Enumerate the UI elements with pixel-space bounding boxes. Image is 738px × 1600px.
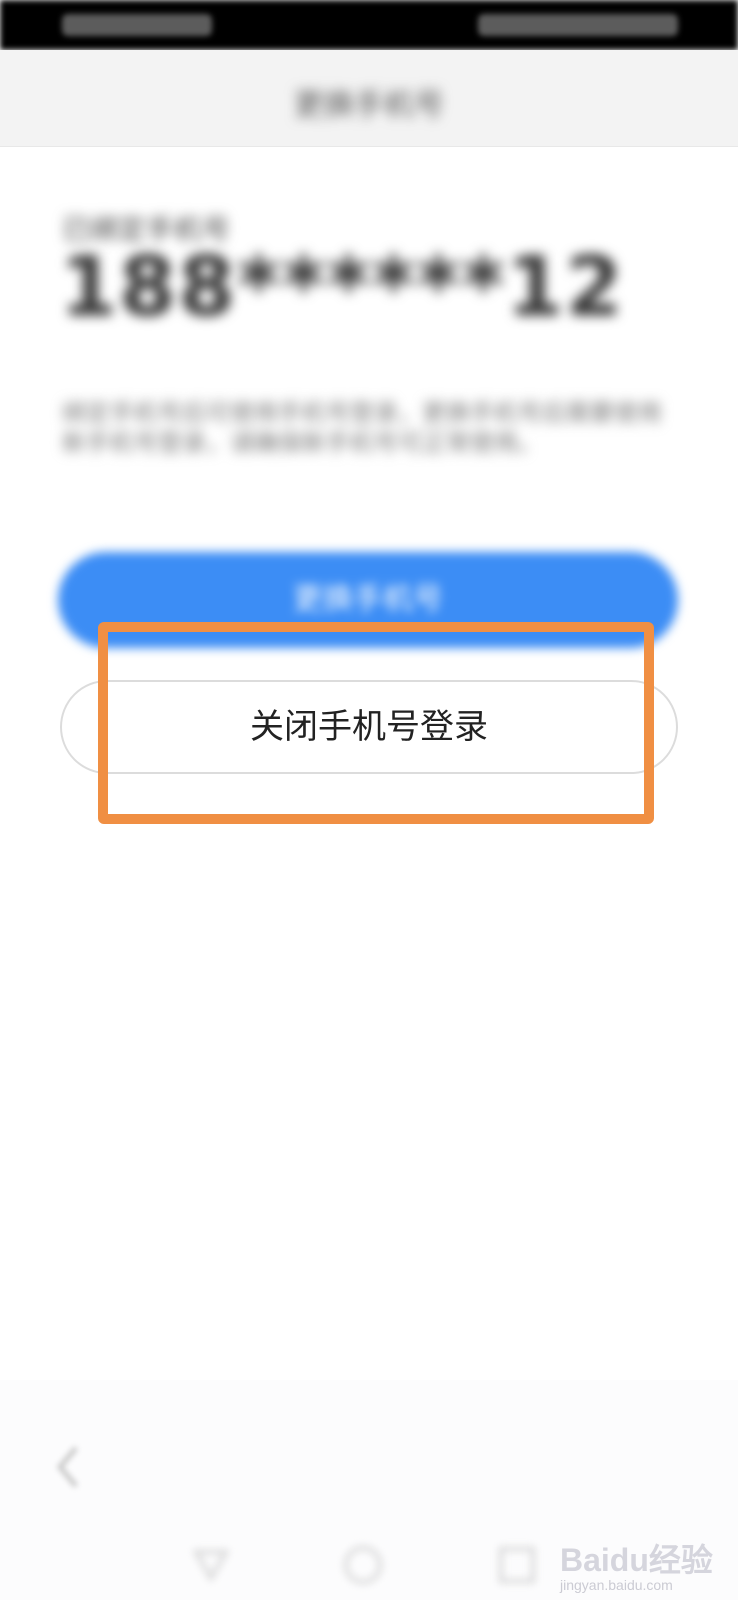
watermark: Baidu经验 jingyan.baidu.com bbox=[560, 1535, 720, 1595]
close-phone-login-button[interactable]: 关闭手机号登录 bbox=[60, 680, 678, 774]
status-left-info bbox=[62, 14, 212, 36]
triangle-back-icon[interactable] bbox=[188, 1542, 234, 1588]
watermark-url: jingyan.baidu.com bbox=[560, 1577, 673, 1593]
watermark-brand: Baidu经验 bbox=[560, 1542, 713, 1578]
home-circle-icon[interactable] bbox=[340, 1542, 386, 1588]
close-phone-login-label: 关闭手机号登录 bbox=[250, 707, 488, 747]
description-text: 绑定手机号后可使用手机号登录，更换手机号后需要使用新手机号登录，请确保新手机号可… bbox=[62, 399, 662, 457]
recent-apps-icon[interactable] bbox=[494, 1542, 540, 1588]
change-phone-button[interactable]: 更换手机号 bbox=[58, 552, 678, 648]
status-bar bbox=[0, 0, 738, 50]
back-icon[interactable] bbox=[52, 1442, 82, 1492]
status-right-info bbox=[478, 14, 678, 36]
change-phone-label: 更换手机号 bbox=[293, 582, 443, 617]
page-title: 更换手机号 bbox=[294, 88, 444, 123]
phone-number: 188******12 bbox=[60, 240, 625, 335]
nav-bar: 更换手机号 bbox=[0, 50, 738, 147]
